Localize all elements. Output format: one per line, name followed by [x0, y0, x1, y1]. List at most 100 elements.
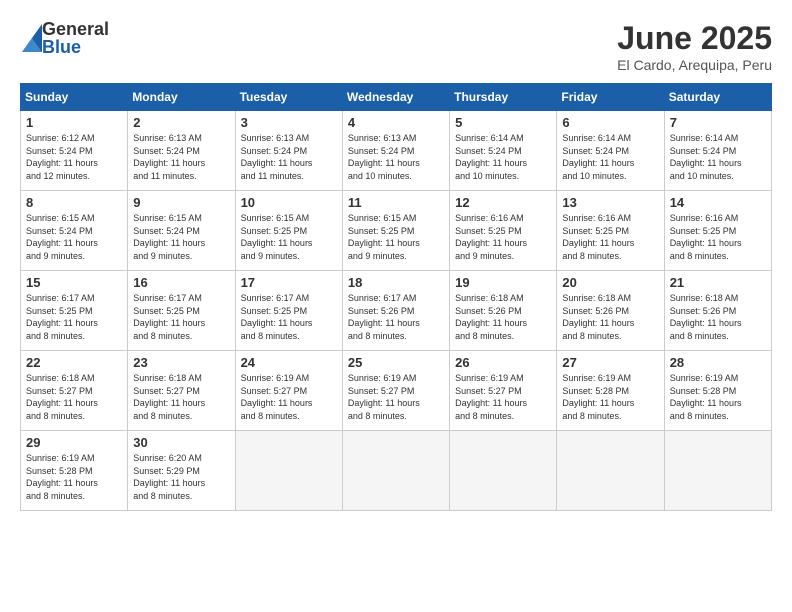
day-number: 9 [133, 195, 229, 210]
day-info: Sunrise: 6:12 AM Sunset: 5:24 PM Dayligh… [26, 132, 122, 182]
logo-blue-text: Blue [42, 38, 109, 56]
calendar-cell: 27 Sunrise: 6:19 AM Sunset: 5:28 PM Dayli… [557, 351, 664, 431]
calendar-cell [557, 431, 664, 511]
day-info: Sunrise: 6:16 AM Sunset: 5:25 PM Dayligh… [562, 212, 658, 262]
calendar-table: SundayMondayTuesdayWednesdayThursdayFrid… [20, 83, 772, 511]
day-info: Sunrise: 6:15 AM Sunset: 5:24 PM Dayligh… [26, 212, 122, 262]
calendar-cell [664, 431, 771, 511]
calendar-cell: 8 Sunrise: 6:15 AM Sunset: 5:24 PM Daylig… [21, 191, 128, 271]
column-header-sunday: Sunday [21, 84, 128, 111]
calendar-cell [342, 431, 449, 511]
calendar-cell: 10 Sunrise: 6:15 AM Sunset: 5:25 PM Dayli… [235, 191, 342, 271]
day-info: Sunrise: 6:17 AM Sunset: 5:26 PM Dayligh… [348, 292, 444, 342]
day-number: 27 [562, 355, 658, 370]
calendar-cell: 6Sunrise: 6:14 AM Sunset: 5:24 PM Daylig… [557, 111, 664, 191]
month-title: June 2025 [617, 20, 772, 57]
calendar-cell: 5 Sunrise: 6:14 AM Sunset: 5:24 PM Daylig… [450, 111, 557, 191]
day-number: 21 [670, 275, 766, 290]
day-number: 29 [26, 435, 122, 450]
calendar-week-row: 22 Sunrise: 6:18 AM Sunset: 5:27 PM Dayli… [21, 351, 772, 431]
calendar-cell: 20 Sunrise: 6:18 AM Sunset: 5:26 PM Dayli… [557, 271, 664, 351]
calendar-cell: 25Sunrise: 6:19 AM Sunset: 5:27 PM Dayli… [342, 351, 449, 431]
calendar-cell: 21 Sunrise: 6:18 AM Sunset: 5:26 PM Dayli… [664, 271, 771, 351]
day-number: 22 [26, 355, 122, 370]
day-info: Sunrise: 6:19 AM Sunset: 5:28 PM Dayligh… [26, 452, 122, 502]
calendar-cell: 13 Sunrise: 6:16 AM Sunset: 5:25 PM Dayli… [557, 191, 664, 271]
column-header-friday: Friday [557, 84, 664, 111]
day-info: Sunrise: 6:13 AM Sunset: 5:24 PM Dayligh… [348, 132, 444, 182]
column-header-thursday: Thursday [450, 84, 557, 111]
day-info: Sunrise: 6:19 AM Sunset: 5:27 PM Dayligh… [455, 372, 551, 422]
day-info: Sunrise: 6:15 AM Sunset: 5:25 PM Dayligh… [348, 212, 444, 262]
calendar-cell: 3 Sunrise: 6:13 AM Sunset: 5:24 PM Daylig… [235, 111, 342, 191]
calendar-cell: 26 Sunrise: 6:19 AM Sunset: 5:27 PM Dayli… [450, 351, 557, 431]
day-info: Sunrise: 6:16 AM Sunset: 5:25 PM Dayligh… [670, 212, 766, 262]
day-number: 30 [133, 435, 229, 450]
column-header-wednesday: Wednesday [342, 84, 449, 111]
day-number: 5 [455, 115, 551, 130]
day-number: 19 [455, 275, 551, 290]
logo-icon [22, 24, 42, 52]
day-info: Sunrise: 6:15 AM Sunset: 5:25 PM Dayligh… [241, 212, 337, 262]
calendar-cell: 30Sunrise: 6:20 AM Sunset: 5:29 PM Dayli… [128, 431, 235, 511]
day-number: 16 [133, 275, 229, 290]
logo-general-text: General [42, 20, 109, 38]
day-number: 4 [348, 115, 444, 130]
calendar-cell: 15 Sunrise: 6:17 AM Sunset: 5:25 PM Dayli… [21, 271, 128, 351]
day-info: Sunrise: 6:13 AM Sunset: 5:24 PM Dayligh… [241, 132, 337, 182]
calendar-cell: 4 Sunrise: 6:13 AM Sunset: 5:24 PM Daylig… [342, 111, 449, 191]
day-number: 28 [670, 355, 766, 370]
day-number: 20 [562, 275, 658, 290]
day-number: 10 [241, 195, 337, 210]
calendar-cell [235, 431, 342, 511]
day-number: 11 [348, 195, 444, 210]
day-number: 25 [348, 355, 444, 370]
day-info: Sunrise: 6:18 AM Sunset: 5:26 PM Dayligh… [455, 292, 551, 342]
calendar-cell: 17Sunrise: 6:17 AM Sunset: 5:25 PM Dayli… [235, 271, 342, 351]
calendar-week-row: 15 Sunrise: 6:17 AM Sunset: 5:25 PM Dayli… [21, 271, 772, 351]
calendar-cell: 12Sunrise: 6:16 AM Sunset: 5:25 PM Dayli… [450, 191, 557, 271]
calendar-cell: 22 Sunrise: 6:18 AM Sunset: 5:27 PM Dayli… [21, 351, 128, 431]
day-info: Sunrise: 6:18 AM Sunset: 5:26 PM Dayligh… [562, 292, 658, 342]
calendar-cell: 19 Sunrise: 6:18 AM Sunset: 5:26 PM Dayli… [450, 271, 557, 351]
day-info: Sunrise: 6:19 AM Sunset: 5:28 PM Dayligh… [562, 372, 658, 422]
day-info: Sunrise: 6:18 AM Sunset: 5:26 PM Dayligh… [670, 292, 766, 342]
day-number: 7 [670, 115, 766, 130]
day-number: 26 [455, 355, 551, 370]
day-info: Sunrise: 6:13 AM Sunset: 5:24 PM Dayligh… [133, 132, 229, 182]
calendar-week-row: 1 Sunrise: 6:12 AM Sunset: 5:24 PM Daylig… [21, 111, 772, 191]
calendar-week-row: 29 Sunrise: 6:19 AM Sunset: 5:28 PM Dayli… [21, 431, 772, 511]
day-number: 18 [348, 275, 444, 290]
day-number: 3 [241, 115, 337, 130]
day-number: 13 [562, 195, 658, 210]
day-info: Sunrise: 6:14 AM Sunset: 5:24 PM Dayligh… [455, 132, 551, 182]
day-number: 15 [26, 275, 122, 290]
column-header-saturday: Saturday [664, 84, 771, 111]
day-info: Sunrise: 6:17 AM Sunset: 5:25 PM Dayligh… [26, 292, 122, 342]
day-number: 17 [241, 275, 337, 290]
day-info: Sunrise: 6:18 AM Sunset: 5:27 PM Dayligh… [26, 372, 122, 422]
location: El Cardo, Arequipa, Peru [617, 57, 772, 73]
calendar-cell: 29 Sunrise: 6:19 AM Sunset: 5:28 PM Dayli… [21, 431, 128, 511]
calendar-cell: 23 Sunrise: 6:18 AM Sunset: 5:27 PM Dayli… [128, 351, 235, 431]
calendar-cell [450, 431, 557, 511]
calendar-cell: 14Sunrise: 6:16 AM Sunset: 5:25 PM Dayli… [664, 191, 771, 271]
page-header: General Blue June 2025 El Cardo, Arequip… [20, 20, 772, 73]
day-number: 12 [455, 195, 551, 210]
day-info: Sunrise: 6:19 AM Sunset: 5:27 PM Dayligh… [241, 372, 337, 422]
day-number: 24 [241, 355, 337, 370]
day-info: Sunrise: 6:14 AM Sunset: 5:24 PM Dayligh… [670, 132, 766, 182]
day-number: 8 [26, 195, 122, 210]
column-header-monday: Monday [128, 84, 235, 111]
calendar-cell: 16Sunrise: 6:17 AM Sunset: 5:25 PM Dayli… [128, 271, 235, 351]
day-info: Sunrise: 6:15 AM Sunset: 5:24 PM Dayligh… [133, 212, 229, 262]
calendar-header-row: SundayMondayTuesdayWednesdayThursdayFrid… [21, 84, 772, 111]
calendar-cell: 24 Sunrise: 6:19 AM Sunset: 5:27 PM Dayli… [235, 351, 342, 431]
day-info: Sunrise: 6:18 AM Sunset: 5:27 PM Dayligh… [133, 372, 229, 422]
day-number: 1 [26, 115, 122, 130]
day-number: 23 [133, 355, 229, 370]
calendar-week-row: 8 Sunrise: 6:15 AM Sunset: 5:24 PM Daylig… [21, 191, 772, 271]
calendar-cell: 1 Sunrise: 6:12 AM Sunset: 5:24 PM Daylig… [21, 111, 128, 191]
day-info: Sunrise: 6:14 AM Sunset: 5:24 PM Dayligh… [562, 132, 658, 182]
day-number: 2 [133, 115, 229, 130]
